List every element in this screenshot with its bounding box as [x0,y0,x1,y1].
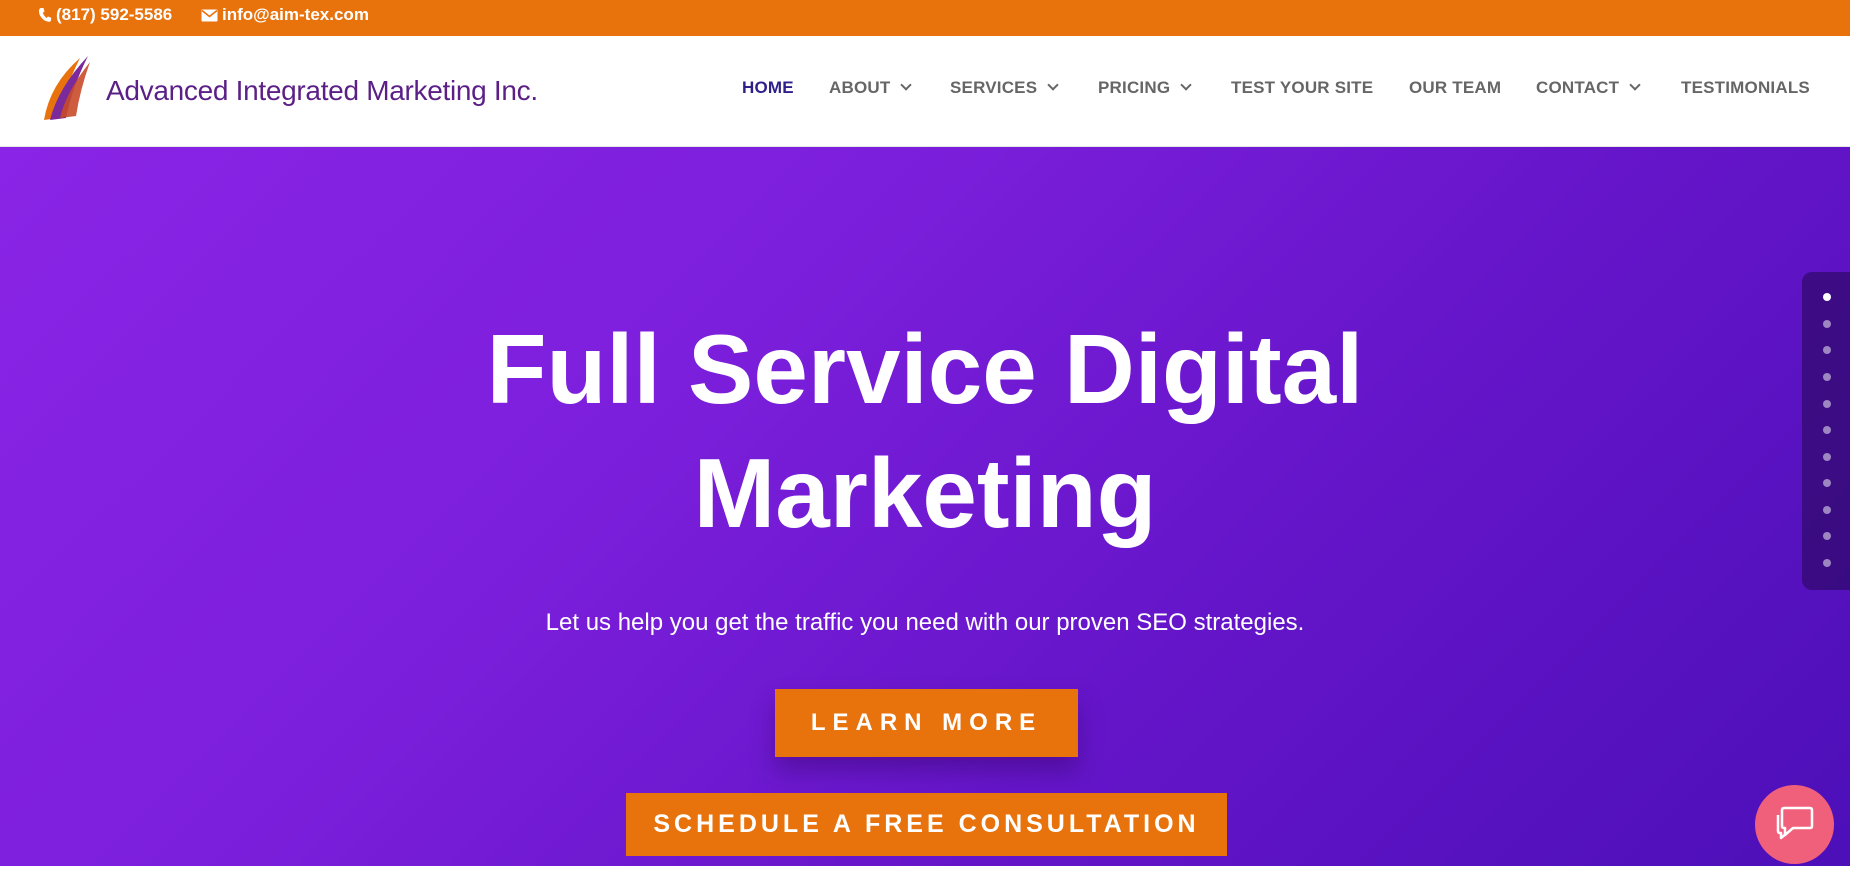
hero-title-line-2: Marketing [693,438,1157,548]
section-dot[interactable] [1823,559,1831,567]
chat-icon [1775,804,1815,845]
nav-label: HOME [742,78,794,97]
phone-icon [38,7,52,23]
phone-number: (817) 592-5586 [56,5,173,24]
section-dot[interactable] [1823,373,1831,381]
email-contact[interactable]: info@aim-tex.com [201,5,369,25]
hero-section: Full Service Digital Marketing Let us he… [0,147,1850,866]
learn-more-button[interactable]: LEARN MORE [775,689,1078,757]
schedule-consultation-button[interactable]: SCHEDULE A FREE CONSULTATION [626,793,1227,856]
section-dot[interactable] [1823,479,1831,487]
nav-label: SERVICES [950,78,1038,97]
email-address: info@aim-tex.com [222,5,369,24]
hero-title: Full Service Digital Marketing [0,307,1850,555]
nav-our-team[interactable]: OUR TEAM [1409,78,1501,98]
section-dot[interactable] [1823,453,1831,461]
mail-icon [201,9,218,22]
nav-label: CONTACT [1536,78,1620,97]
chevron-down-icon [1629,79,1641,91]
section-dot[interactable] [1823,400,1831,408]
section-dot[interactable] [1823,532,1831,540]
phone-contact[interactable]: (817) 592-5586 [38,5,172,25]
nav-contact[interactable]: CONTACT [1536,78,1641,98]
chevron-down-icon [1180,79,1192,91]
section-dot[interactable] [1823,320,1831,328]
section-dot[interactable] [1823,426,1831,434]
nav-about[interactable]: ABOUT [829,78,913,98]
nav-services[interactable]: SERVICES [950,78,1059,98]
nav-test-your-site[interactable]: TEST YOUR SITE [1231,78,1373,98]
nav-label: ABOUT [829,78,891,97]
hero-title-line-1: Full Service Digital [486,314,1364,424]
nav-home[interactable]: HOME [742,78,794,98]
chat-launcher-button[interactable] [1752,785,1834,864]
chevron-down-icon [900,79,913,91]
nav-pricing[interactable]: PRICING [1098,78,1192,98]
nav-label: TEST YOUR SITE [1231,78,1374,97]
main-nav: HOME ABOUT SERVICES PRICING TEST YOUR SI… [0,78,1850,108]
nav-label: TESTIMONIALS [1681,78,1810,97]
nav-label: OUR TEAM [1409,78,1502,97]
chevron-down-icon [1047,79,1059,91]
top-contact-bar: (817) 592-5586 info@aim-tex.com [0,0,1850,36]
section-dot-nav [1802,272,1850,590]
hero-subtitle: Let us help you get the traffic you need… [545,609,1305,636]
site-header: Advanced Integrated Marketing Inc. HOME … [0,36,1850,147]
nav-testimonials[interactable]: TESTIMONIALS [1681,78,1810,98]
section-dot[interactable] [1823,506,1831,514]
section-dot[interactable] [1823,293,1831,301]
section-dot[interactable] [1823,346,1831,354]
nav-label: PRICING [1098,78,1171,97]
